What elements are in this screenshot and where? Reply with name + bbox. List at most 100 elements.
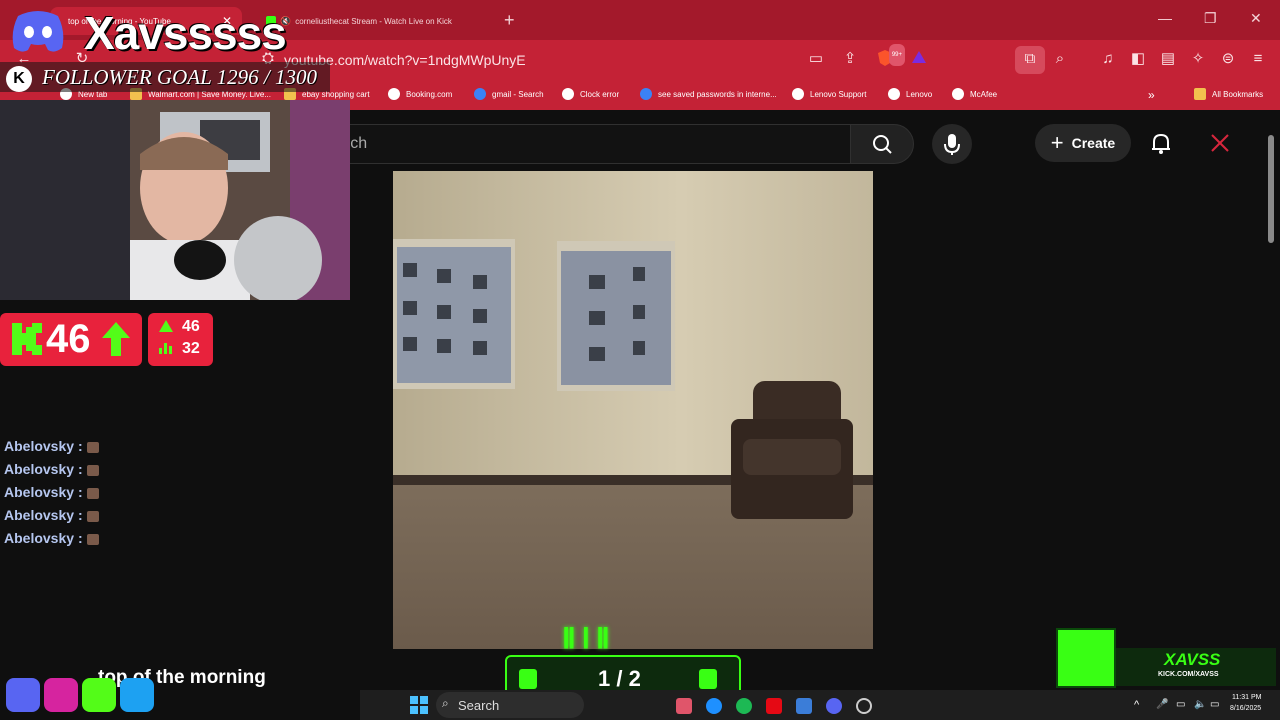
folder-icon: [1194, 88, 1206, 100]
instagram-icon: [44, 678, 78, 712]
kick-icon: K: [6, 66, 32, 92]
settings-taskbar-icon[interactable]: [856, 698, 872, 714]
obs-taskbar-icon[interactable]: [796, 698, 812, 714]
emote-icon: [86, 464, 99, 476]
kick-cup-icon: [519, 669, 537, 689]
volume-tray-icon[interactable]: 🔈: [1194, 699, 1206, 710]
music-icon[interactable]: ♫: [1098, 49, 1118, 69]
edge-taskbar-icon[interactable]: [706, 698, 722, 714]
brave-shields-icon[interactable]: 99+: [875, 44, 905, 69]
microphone-icon: [944, 134, 960, 155]
bookmark-item[interactable]: Booking.com: [388, 88, 452, 100]
page-search-icon[interactable]: ⌕: [1050, 49, 1070, 69]
cast-icon[interactable]: ▭: [806, 49, 826, 69]
kick-logo-icon: [1056, 628, 1116, 688]
chat-message: Abelovsky :: [4, 530, 99, 546]
triangle-up-icon: [158, 319, 174, 338]
arrow-up-icon: [100, 320, 132, 363]
webcam-feed: [0, 100, 350, 300]
discord-taskbar-icon[interactable]: [826, 698, 842, 714]
search-icon: ⌕: [442, 696, 449, 710]
bookmark-item[interactable]: McAfee: [952, 88, 997, 100]
search-icon: [474, 88, 486, 100]
channel-name: Xavsssss: [84, 7, 287, 59]
window-right: [557, 241, 675, 391]
kick-cup-icon: [699, 669, 717, 689]
create-label: Create: [1071, 135, 1116, 151]
bookmark-item[interactable]: gmail - Search: [474, 88, 544, 100]
wallet-icon[interactable]: ▤: [1158, 49, 1178, 69]
social-icons: [6, 678, 154, 714]
sidebar-icon[interactable]: ◧: [1128, 49, 1148, 69]
share-icon[interactable]: ⇪: [840, 49, 860, 69]
globe-icon: [888, 88, 900, 100]
leo-ai-icon[interactable]: ✧: [1188, 49, 1208, 69]
video-player[interactable]: [393, 171, 873, 649]
search-icon: [640, 88, 652, 100]
microphone-tray-icon[interactable]: 🎤: [1156, 699, 1168, 710]
kick-badge-name: XAVSS: [1164, 650, 1221, 669]
voice-search-button[interactable]: [932, 124, 972, 164]
vpn-icon[interactable]: ⊜: [1218, 49, 1238, 69]
network-tray-icon[interactable]: ▭: [1176, 699, 1185, 710]
bookmark-item[interactable]: Lenovo Support: [792, 88, 867, 100]
emote-icon: [86, 441, 99, 453]
emote-icon: [86, 487, 99, 499]
globe-icon: [562, 88, 574, 100]
new-tab-button[interactable]: +: [504, 10, 515, 31]
globe-icon: [952, 88, 964, 100]
discord-logo-icon: [8, 8, 68, 54]
spotify-taskbar-icon[interactable]: [736, 698, 752, 714]
kick-badge-url: KICK.COM/XAVSS: [1158, 671, 1219, 678]
shields-badge: 99+: [888, 44, 905, 66]
search-icon: [873, 135, 892, 154]
close-window-button[interactable]: ✕: [1250, 10, 1262, 27]
emote-icon: [86, 533, 99, 545]
clock-time[interactable]: 11:31 PM: [1232, 694, 1261, 701]
netflix-taskbar-icon[interactable]: [766, 698, 782, 714]
globe-icon: [792, 88, 804, 100]
clock-date[interactable]: 8/16/2025: [1230, 705, 1261, 712]
kick-logo-icon: [12, 323, 42, 355]
extensions-puzzle-icon[interactable]: ⧉: [1020, 49, 1040, 69]
minimize-button[interactable]: —: [1158, 10, 1172, 26]
twitter-icon: [120, 678, 154, 712]
kick-count: 46: [46, 317, 91, 361]
bookmark-item[interactable]: see saved passwords in interne...: [640, 88, 777, 100]
chat-message: Abelovsky :: [4, 438, 99, 454]
glitch-decoration: ⅡⅠⅡ: [562, 623, 616, 654]
search-button[interactable]: [850, 124, 914, 164]
windows-start-icon[interactable]: [410, 696, 428, 714]
taskbar-search[interactable]: ⌕ Search: [436, 692, 584, 718]
chat-message: Abelovsky :: [4, 507, 99, 523]
globe-icon: [388, 88, 400, 100]
rewards-icon[interactable]: [909, 49, 929, 69]
bookmark-item[interactable]: Lenovo: [888, 88, 932, 100]
bookmark-item[interactable]: Clock error: [562, 88, 619, 100]
tab-kick[interactable]: 🔇 corneliusthecat Stream - Watch Live on…: [256, 7, 492, 35]
bar-chart-icon: [158, 341, 174, 360]
chat-message: Abelovsky :: [4, 484, 99, 500]
page-scrollbar[interactable]: [1268, 135, 1274, 243]
account-close-icon[interactable]: [1207, 130, 1233, 156]
search-input[interactable]: [330, 124, 850, 164]
window-left: [393, 239, 515, 389]
plus-icon: +: [1050, 130, 1064, 155]
follower-goal-text: FOLLOWER GOAL 1296 / 1300: [42, 65, 317, 89]
emote-icon: [86, 510, 99, 522]
create-button[interactable]: + Create: [1035, 124, 1131, 162]
goal-counter: 1 / 2: [598, 666, 641, 691]
tab-label: corneliusthecat Stream - Watch Live on K…: [295, 16, 452, 26]
notifications-icon[interactable]: [1148, 130, 1174, 156]
discord-icon: [6, 678, 40, 712]
more-bookmarks-icon[interactable]: »: [1148, 88, 1155, 102]
tray-chevron-icon[interactable]: ^: [1134, 699, 1139, 711]
menu-icon[interactable]: ≡: [1248, 49, 1268, 69]
kick-icon: [82, 678, 116, 712]
all-bookmarks-button[interactable]: All Bookmarks: [1194, 88, 1263, 100]
battery-tray-icon[interactable]: ▭: [1210, 699, 1219, 710]
brave-taskbar-icon[interactable]: [676, 698, 692, 714]
restore-button[interactable]: ❐: [1204, 10, 1217, 27]
kick-channel-badge: XAVSS KICK.COM/XAVSS: [1056, 628, 1276, 688]
chat-message: Abelovsky :: [4, 461, 99, 477]
